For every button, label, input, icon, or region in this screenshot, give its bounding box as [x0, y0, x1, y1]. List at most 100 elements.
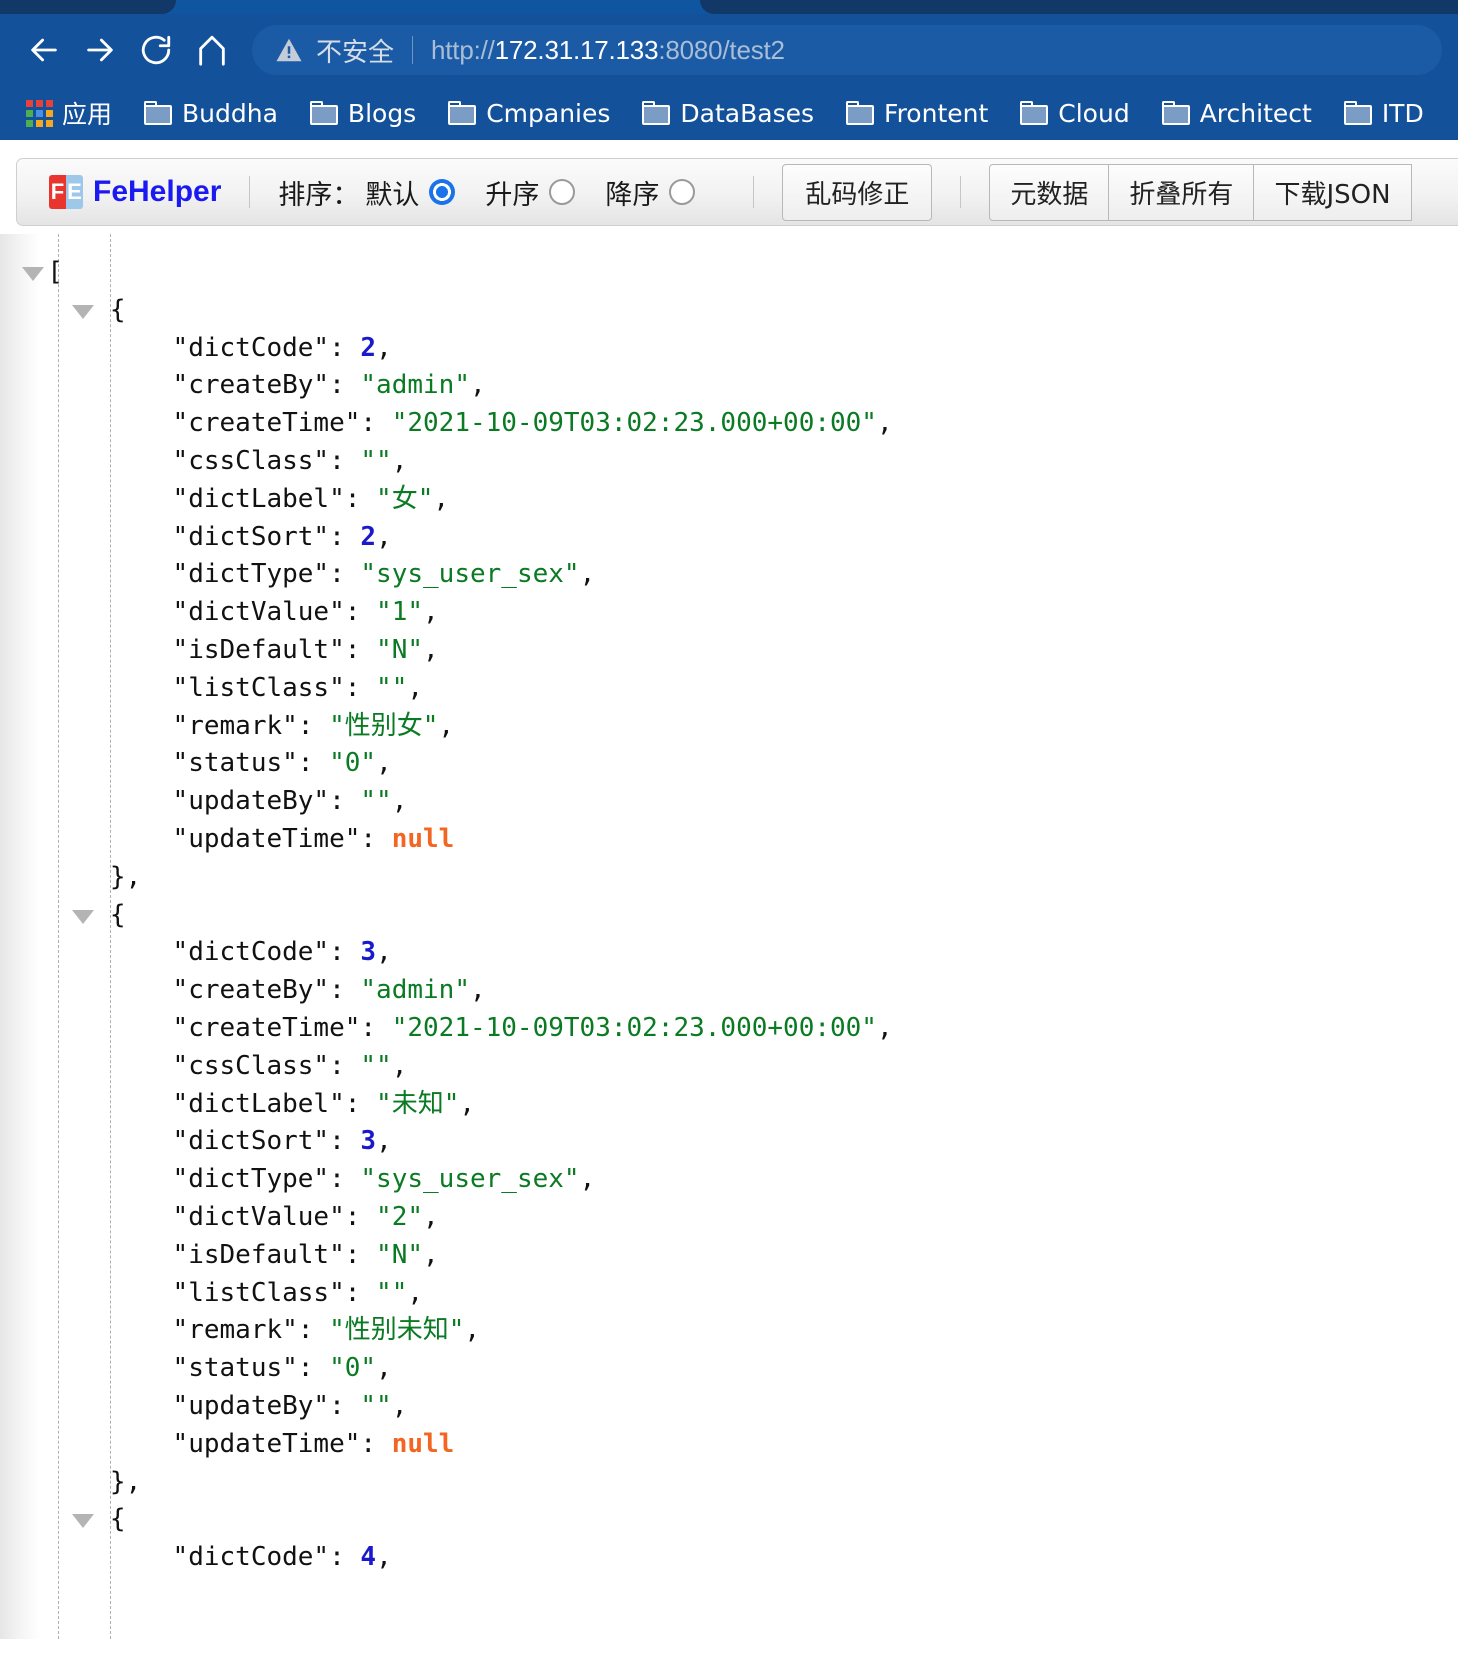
download-json-button[interactable]: 下载JSON	[1254, 163, 1412, 221]
json-punctuation: ,	[391, 445, 408, 476]
json-line: "createTime": "2021-10-09T03:02:23.000+0…	[16, 405, 1458, 443]
folder-icon	[642, 101, 671, 125]
bookmark-blogs[interactable]: Blogs	[294, 91, 432, 135]
bookmark-cloud[interactable]: Cloud	[1004, 91, 1145, 135]
fehelper-brand[interactable]: F E FeHelper	[49, 175, 221, 209]
bookmark-apps[interactable]: 应用	[10, 91, 128, 135]
json-key: "status"	[172, 748, 298, 779]
bookmark-label: 应用	[62, 100, 113, 129]
bookmark-itdocs[interactable]: ITD	[1328, 91, 1440, 135]
bookmark-cmpanies[interactable]: Cmpanies	[432, 91, 626, 135]
tab-inactive-left[interactable]	[0, 0, 176, 14]
json-number-value: 3	[360, 1126, 377, 1157]
sort-option-default[interactable]: 默认	[365, 173, 456, 212]
json-viewer[interactable]: [ { "dictCode": 2, "createBy": "admin", …	[0, 234, 1458, 1639]
sort-option-ascending[interactable]: 升序	[485, 173, 576, 212]
json-key: "isDefault"	[172, 1239, 345, 1270]
json-punctuation: ,	[469, 370, 486, 401]
bookmark-label: Cmpanies	[486, 98, 611, 128]
bookmark-architect[interactable]: Architect	[1146, 91, 1328, 135]
sort-option-label: 默认	[365, 179, 420, 211]
json-null-value: null	[391, 823, 455, 854]
json-line: "createBy": "admin",	[16, 972, 1458, 1010]
url-text: http://172.31.17.133:8080/test2	[431, 35, 785, 66]
collapse-triangle-icon[interactable]	[72, 909, 94, 924]
json-punctuation: :	[329, 445, 361, 476]
json-line: "listClass": "",	[16, 670, 1458, 708]
json-punctuation: :	[344, 1088, 377, 1119]
json-punctuation: {	[109, 294, 126, 325]
json-string-value: "N"	[376, 634, 424, 665]
tab-inactive-right[interactable]	[700, 0, 1458, 14]
bookmark-frontent[interactable]: Frontent	[830, 91, 1004, 135]
json-key: "remark"	[172, 1315, 298, 1346]
bookmarks-bar: 应用 Buddha Blogs Cmpanies DataBases Front…	[0, 86, 1458, 140]
json-punctuation: },	[109, 1466, 142, 1497]
json-punctuation: ,	[376, 521, 392, 552]
json-punctuation: :	[297, 1353, 330, 1384]
json-key: "dictCode"	[172, 937, 330, 968]
json-punctuation: :	[344, 634, 377, 665]
folder-icon	[846, 101, 875, 125]
bookmark-buddha[interactable]: Buddha	[128, 91, 294, 135]
fehelper-toolbar: F E FeHelper 排序： 默认 升序 降序 乱码修正 元数据 折叠所有 …	[0, 140, 1458, 234]
forward-icon[interactable]	[72, 22, 128, 78]
back-icon[interactable]	[16, 22, 72, 78]
reload-icon[interactable]	[128, 22, 184, 78]
radio-icon-ascending[interactable]	[549, 179, 576, 205]
json-key: "dictLabel"	[172, 483, 345, 514]
json-punctuation: [	[47, 257, 63, 287]
json-line: "dictValue": "1",	[16, 594, 1458, 632]
tab-active[interactable]	[176, 0, 700, 14]
json-punctuation: ,	[423, 597, 439, 628]
sort-option-descending[interactable]: 降序	[605, 173, 696, 212]
json-punctuation: :	[344, 1277, 377, 1308]
home-icon[interactable]	[184, 22, 240, 78]
json-punctuation: ,	[438, 710, 455, 741]
json-punctuation: :	[329, 786, 361, 817]
json-line: },	[16, 859, 1458, 897]
json-punctuation: ,	[407, 1277, 424, 1308]
json-punctuation: :	[344, 1201, 377, 1232]
fix-encoding-button[interactable]: 乱码修正	[782, 163, 933, 221]
toolbar-divider	[249, 176, 251, 208]
json-string-value: ""	[360, 786, 392, 817]
json-punctuation: ,	[376, 332, 392, 363]
json-string-value: ""	[360, 445, 392, 476]
json-punctuation: ,	[376, 1542, 392, 1573]
json-key: "createBy"	[172, 370, 330, 401]
fehelper-logo-e: E	[66, 175, 83, 209]
collapse-triangle-icon[interactable]	[72, 304, 94, 319]
bookmark-databases[interactable]: DataBases	[626, 91, 830, 135]
collapse-triangle-icon[interactable]	[22, 267, 44, 281]
json-punctuation: ,	[423, 1201, 439, 1232]
collapse-triangle-icon[interactable]	[72, 1514, 94, 1529]
address-bar[interactable]: 不安全 http://172.31.17.133:8080/test2	[252, 25, 1442, 75]
json-line: "updateTime": null	[16, 1426, 1458, 1464]
json-line: "updateTime": null	[16, 821, 1458, 859]
radio-icon-descending[interactable]	[669, 179, 696, 205]
json-punctuation: ,	[391, 786, 408, 817]
json-line: "cssClass": "",	[16, 443, 1458, 481]
metadata-button[interactable]: 元数据	[989, 163, 1110, 221]
json-punctuation: ,	[376, 1126, 392, 1157]
json-line: "isDefault": "N",	[16, 1237, 1458, 1275]
collapse-all-button[interactable]: 折叠所有	[1109, 163, 1255, 221]
json-key: "updateBy"	[172, 1390, 330, 1421]
radio-icon-default[interactable]	[429, 179, 456, 205]
json-line: "dictCode": 3,	[16, 934, 1458, 972]
json-line: "updateBy": "",	[16, 1388, 1458, 1426]
security-label: 不安全	[316, 37, 395, 68]
